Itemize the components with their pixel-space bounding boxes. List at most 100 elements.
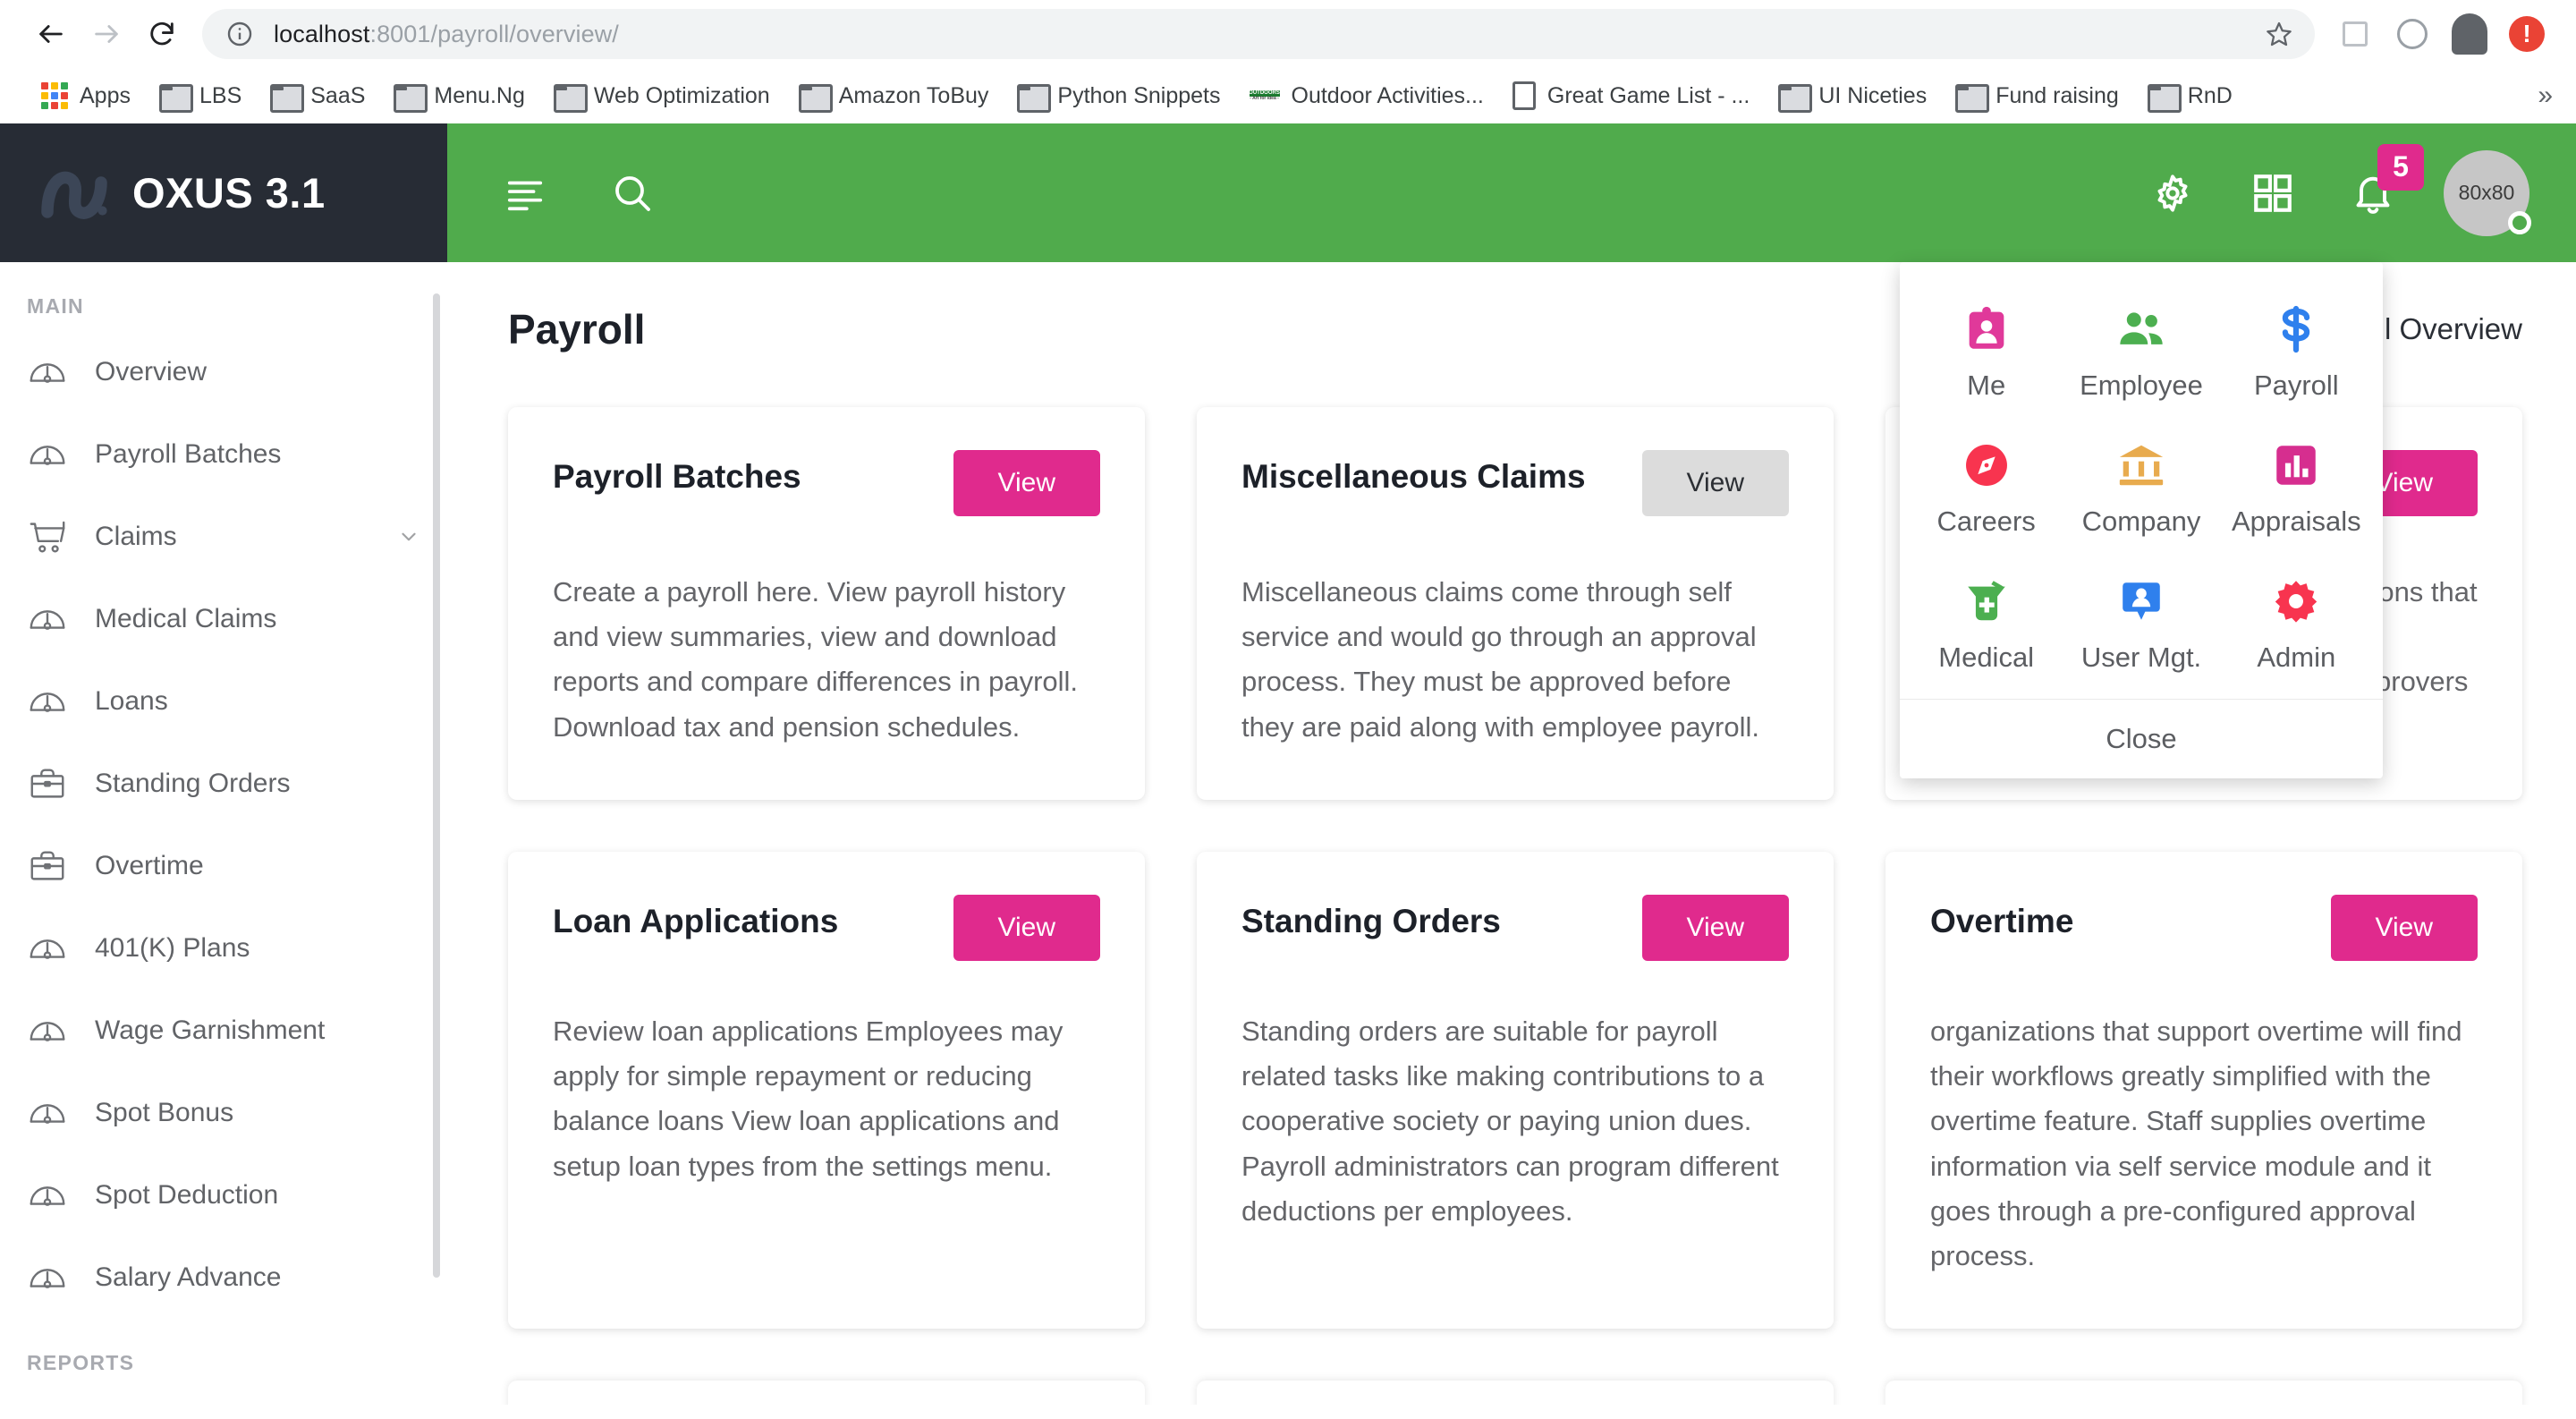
- module-item-me[interactable]: Me: [1909, 294, 2063, 411]
- site-info-icon[interactable]: [225, 20, 254, 48]
- module-item-careers[interactable]: Careers: [1909, 430, 2063, 547]
- card-header: Loan Applications View: [553, 894, 1100, 963]
- module-item-admin[interactable]: Admin: [2219, 566, 2374, 683]
- sidebar-item-overtime[interactable]: Overtime: [0, 825, 447, 907]
- grid-apps-icon[interactable]: [2243, 164, 2302, 223]
- profile-circle-icon[interactable]: [2386, 8, 2438, 60]
- overview-card: Overtime View organizations that support o…: [1885, 851, 2522, 1330]
- view-button[interactable]: View: [1641, 894, 1789, 961]
- avatar[interactable]: [2444, 8, 2496, 60]
- folder-icon: [2147, 84, 2182, 113]
- sidebar-item-spot-bonus[interactable]: Spot Bonus: [0, 1072, 447, 1154]
- bookmark-item[interactable]: LBS: [145, 76, 256, 116]
- sidebar-item-salary-advance[interactable]: Salary Advance: [0, 1236, 447, 1319]
- sidebar-item-standing-orders[interactable]: Standing Orders: [0, 743, 447, 825]
- update-alert-icon[interactable]: !: [2501, 8, 2553, 60]
- people-icon: [2115, 303, 2167, 355]
- overview-card: Loan Applications View Review loan applica…: [508, 851, 1145, 1330]
- sidebar-item-spot-deduction[interactable]: Spot Deduction: [0, 1154, 447, 1236]
- bookmark-item[interactable]: Python Snippets: [1003, 76, 1234, 116]
- gauge-icon: [27, 1092, 68, 1134]
- sidebar-item-wage-garnishment[interactable]: Wage Garnishment: [0, 990, 447, 1072]
- bookmark-star-icon[interactable]: [2265, 20, 2293, 48]
- sidebar-item-claims[interactable]: Claims: [0, 496, 447, 578]
- card-peek[interactable]: [1197, 1381, 1834, 1405]
- bookmark-label: Outdoor Activities...: [1291, 82, 1484, 108]
- gauge-icon: [27, 434, 68, 475]
- address-bar[interactable]: localhost:8001/payroll/overview/: [202, 9, 2315, 59]
- sidebar-item-label: Salary Advance: [95, 1262, 282, 1292]
- bookmark-item[interactable]: OUTDOORS - Art for idea - Outdoor Activiti…: [1235, 75, 1498, 116]
- bookmark-label: RnD: [2187, 82, 2233, 108]
- bookmark-item[interactable]: Amazon ToBuy: [784, 76, 1004, 116]
- forward-arrow-icon[interactable]: [79, 6, 134, 62]
- page-title: Payroll: [508, 306, 646, 353]
- overview-card: Payroll Batches View Create a payroll here…: [508, 407, 1145, 800]
- folder-icon: [1955, 84, 1990, 113]
- search-icon[interactable]: [603, 164, 662, 223]
- card-header: Payroll Batches View: [553, 450, 1100, 518]
- view-button[interactable]: View: [953, 894, 1100, 961]
- avatar[interactable]: 80x80: [2444, 149, 2531, 236]
- bookmark-item[interactable]: Web Optimization: [539, 76, 784, 116]
- bookmark-item[interactable]: RnD: [2133, 76, 2247, 116]
- back-arrow-icon[interactable]: [23, 6, 79, 62]
- module-item-payroll[interactable]: Payroll: [2219, 294, 2374, 411]
- sidebar-item-label: Overview: [95, 357, 208, 387]
- cart-icon: [27, 516, 68, 557]
- url-host: localhost: [274, 20, 370, 47]
- gauge-icon: [27, 599, 68, 640]
- update-badge: !: [2509, 16, 2545, 52]
- view-button[interactable]: View: [1641, 450, 1789, 516]
- bookmark-item[interactable]: SaaS: [256, 76, 379, 116]
- view-button[interactable]: View: [953, 450, 1100, 516]
- bell-icon[interactable]: 5: [2343, 143, 2424, 223]
- module-label: Medical: [1938, 642, 2035, 673]
- module-item-medical[interactable]: Medical: [1909, 566, 2063, 683]
- card-peek[interactable]: [1885, 1381, 2522, 1405]
- bookmark-item[interactable]: Apps: [27, 75, 145, 116]
- sidebar-scrollbar[interactable]: [433, 293, 440, 1278]
- extensions-puzzle-icon[interactable]: [2329, 8, 2381, 60]
- modules-grid: Me Employee Payroll Careers Company Appraisal…: [1900, 262, 2383, 699]
- bookmark-label: Web Optimization: [593, 82, 770, 108]
- module-item-user-mgt[interactable]: User Mgt.: [2063, 566, 2218, 683]
- sidebar-item-label: Loans: [95, 686, 168, 716]
- bookmark-label: Apps: [80, 82, 131, 108]
- bookmark-item[interactable]: UI Niceties: [1764, 76, 1941, 116]
- module-label: Employee: [2080, 370, 2203, 401]
- url-text: localhost:8001/payroll/overview/: [274, 21, 619, 48]
- overview-card: Standing Orders View Standing orders are s…: [1197, 851, 1834, 1330]
- module-item-employee[interactable]: Employee: [2063, 294, 2218, 411]
- module-item-appraisals[interactable]: Appraisals: [2219, 430, 2374, 547]
- view-button[interactable]: View: [2330, 894, 2478, 961]
- user-pin-icon: [2115, 575, 2167, 627]
- sidebar-item-loans[interactable]: Loans: [0, 660, 447, 743]
- gear-icon[interactable]: [2143, 164, 2202, 223]
- bookmarks-overflow-chevron[interactable]: »: [2538, 81, 2553, 111]
- bookmark-item[interactable]: Menu.Ng: [379, 76, 538, 116]
- bookmark-label: LBS: [199, 82, 242, 108]
- hamburger-menu-icon[interactable]: [496, 164, 555, 223]
- bookmark-item[interactable]: Fund raising: [1941, 76, 2133, 116]
- bookmark-item[interactable]: Great Game List - ...: [1498, 74, 1764, 117]
- card-title: Overtime: [1930, 902, 2074, 939]
- modules-close-button[interactable]: Close: [1900, 699, 2383, 778]
- sidebar-item-401-k-plans[interactable]: 401(K) Plans: [0, 907, 447, 990]
- sidebar-item-payroll-batches[interactable]: Payroll Batches: [0, 413, 447, 496]
- chevron-down-icon[interactable]: [397, 525, 420, 548]
- id-badge-icon: [1961, 303, 2012, 355]
- module-item-company[interactable]: Company: [2063, 430, 2218, 547]
- reload-icon[interactable]: [134, 6, 190, 62]
- sidebar-item-medical-claims[interactable]: Medical Claims: [0, 578, 447, 660]
- sidebar-logo[interactable]: OXUS 3.1: [0, 123, 447, 262]
- card-description: Create a payroll here. View payroll hist…: [553, 576, 1079, 743]
- card-title: Standing Orders: [1241, 902, 1501, 939]
- browser-toolbar: localhost:8001/payroll/overview/ !: [0, 0, 2576, 68]
- oxus-logo-icon: [41, 171, 107, 219]
- compass-icon: [1961, 439, 2012, 491]
- header-left-group: [496, 164, 662, 223]
- next-row-cards-peek: [447, 1381, 2576, 1405]
- card-peek[interactable]: [508, 1381, 1145, 1405]
- sidebar-item-overview[interactable]: Overview: [0, 331, 447, 413]
